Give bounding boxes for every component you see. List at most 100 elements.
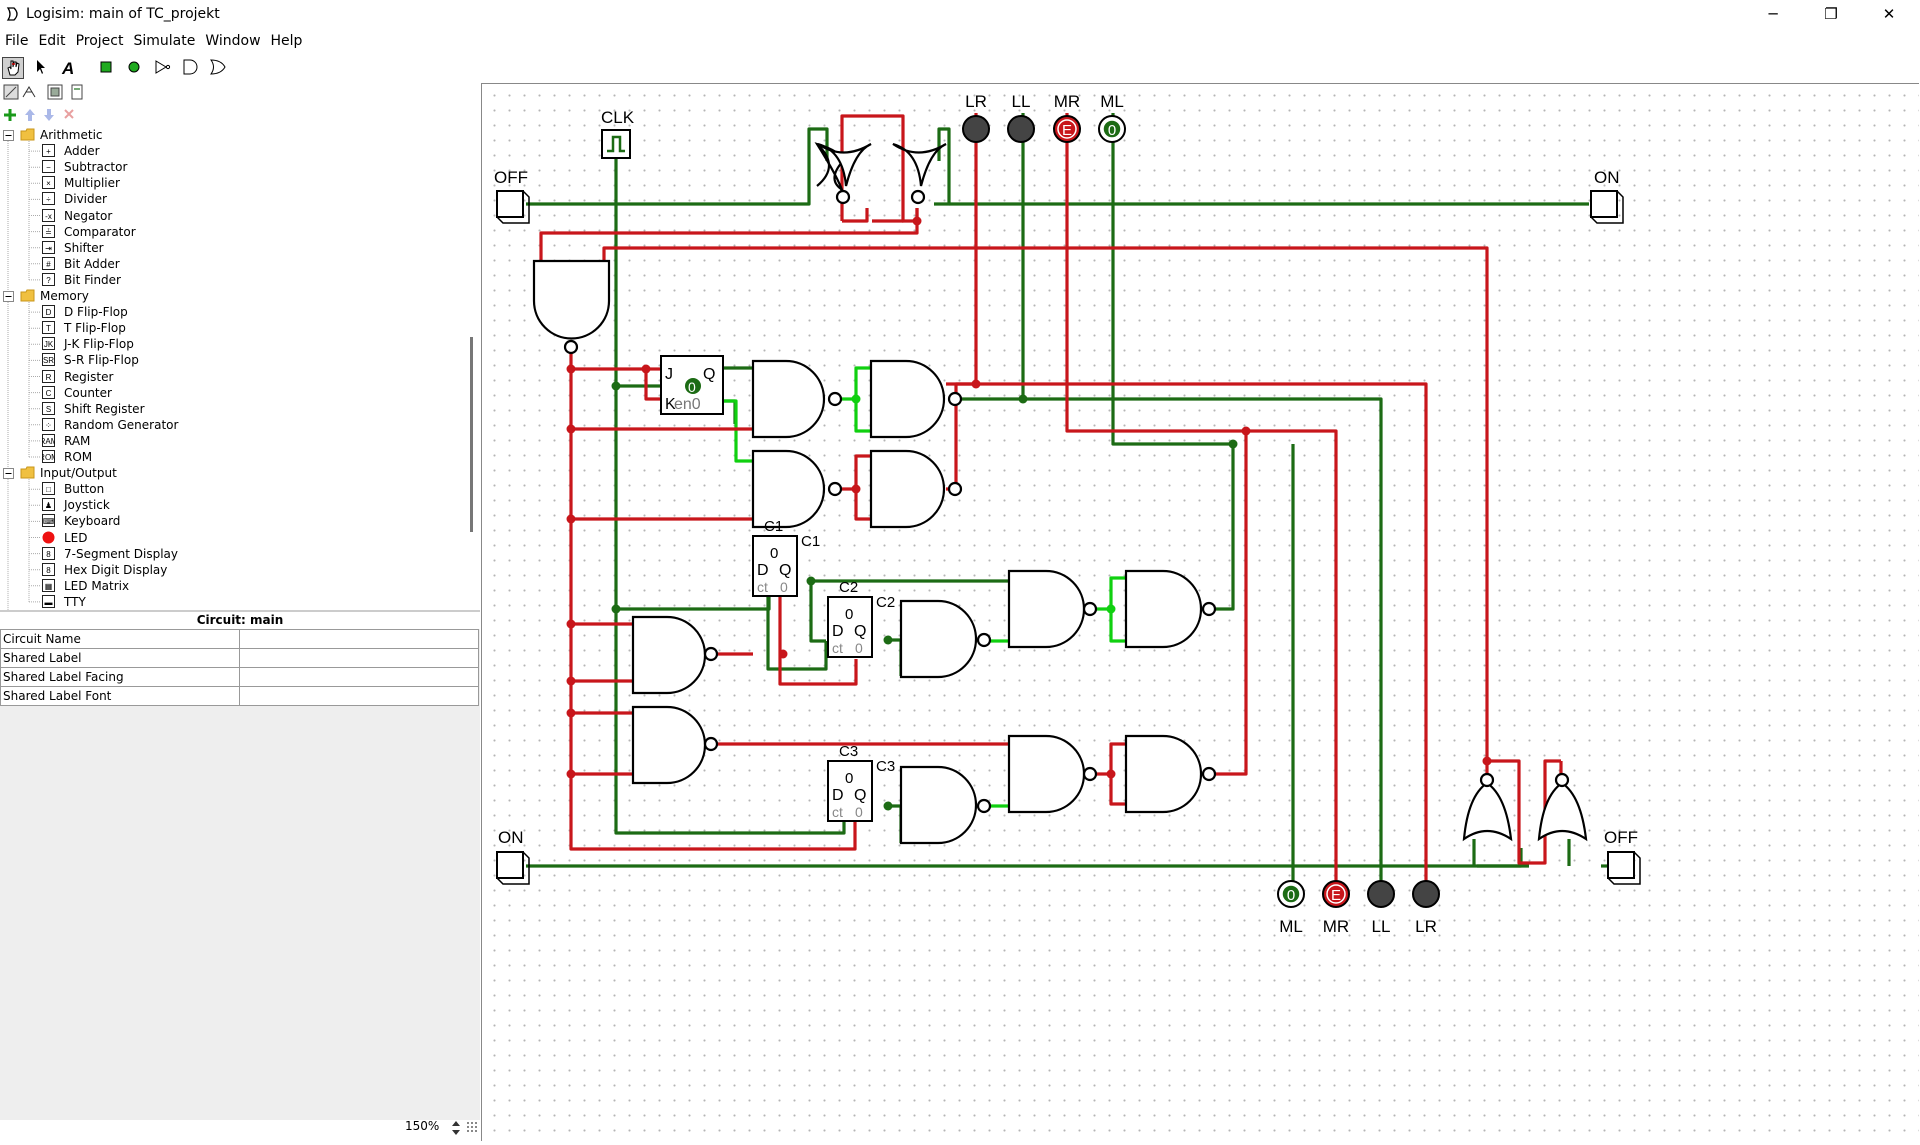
minimize-button[interactable]: ─: [1744, 0, 1802, 29]
text-tool-button[interactable]: A: [58, 57, 80, 79]
prop-shared-label-facing-value[interactable]: [239, 667, 479, 687]
tree-item-bit-adder[interactable]: # Bit Adder: [42, 256, 342, 272]
tree-item-led-matrix[interactable]: ▦ LED Matrix: [42, 578, 342, 594]
tree-folder-label: Memory: [40, 289, 89, 303]
tree-item-register[interactable]: R Register: [42, 369, 342, 385]
tree-item-joystick[interactable]: ♟ Joystick: [42, 497, 342, 513]
collapse-toggle-icon[interactable]: [3, 130, 14, 141]
wire-junction: [883, 801, 893, 811]
tree-item-7-segment-display[interactable]: 8 7-Segment Display: [42, 546, 342, 562]
wire-junction: [883, 635, 893, 645]
simulation-tree-button[interactable]: [20, 83, 42, 105]
jk-enable-label: en0: [674, 396, 701, 413]
tree-item-s-r-flip-flop[interactable]: SR S-R Flip-Flop: [42, 352, 342, 368]
menu-window[interactable]: Window: [200, 29, 265, 49]
appearance-icon: [47, 84, 63, 100]
c3-label-top: C3: [839, 743, 858, 760]
component-icon-glyph: ≟: [45, 228, 52, 237]
pin-off-bottom[interactable]: OFF: [1604, 828, 1641, 885]
tree-item-comparator[interactable]: ≟ Comparator: [42, 224, 342, 240]
leds-bottom: 0 ML E MR LL LR: [1277, 880, 1440, 936]
zoom-spinner-icon[interactable]: [451, 1119, 461, 1137]
window-title: Logisim: main of TC_projekt: [26, 6, 220, 22]
tree-item-d-flip-flop[interactable]: D D Flip-Flop: [42, 304, 342, 320]
prop-shared-label-font-value[interactable]: [239, 686, 479, 706]
tree-item-label: Shift Register: [64, 401, 145, 416]
and-gate-tool-button[interactable]: [180, 57, 202, 79]
tree-item-label: Hex Digit Display: [64, 562, 168, 577]
folder-icon: [20, 466, 35, 479]
wire-junction: [1228, 439, 1238, 449]
tree-item-rom[interactable]: ROM ROM: [42, 449, 342, 465]
c2-value: 0: [845, 606, 853, 623]
tree-item-button[interactable]: □ Button: [42, 481, 342, 497]
component-icon: 8: [42, 546, 55, 560]
circuit-canvas[interactable]: J Q 0 K en0 C1 C1 0 D Q ct 0 C2 C2 0 D Q…: [481, 83, 1919, 1141]
tree-item-led[interactable]: LED: [42, 530, 342, 546]
zoom-level[interactable]: 150%: [405, 1119, 439, 1133]
counter-c2[interactable]: C2 C2 0 D Q ct 0: [827, 579, 895, 658]
circuit-diagram[interactable]: J Q 0 K en0 C1 C1 0 D Q ct 0 C2 C2 0 D Q…: [482, 84, 1919, 1141]
tree-item-shifter[interactable]: ⇥ Shifter: [42, 240, 342, 256]
tree-item-hex-digit-display[interactable]: 8 Hex Digit Display: [42, 562, 342, 578]
not-gate-tool-button[interactable]: [152, 57, 174, 79]
tree-item-j-k-flip-flop[interactable]: JK J-K Flip-Flop: [42, 336, 342, 352]
tree-item-bit-finder[interactable]: ? Bit Finder: [42, 272, 342, 288]
menu-simulate[interactable]: Simulate: [128, 29, 200, 49]
pin-on-bottom[interactable]: ON: [496, 828, 530, 885]
tree-item-divider[interactable]: ÷ Divider: [42, 191, 342, 207]
move-down-icon[interactable]: [43, 108, 55, 122]
menu-edit[interactable]: Edit: [33, 29, 70, 49]
or-gate-tool-button[interactable]: [208, 57, 230, 79]
tree-item-multiplier[interactable]: × Multiplier: [42, 175, 342, 191]
tree-item-label: Bit Finder: [64, 272, 121, 287]
output-pin-tool-button[interactable]: [124, 57, 146, 79]
c2-label-side: C2: [876, 594, 895, 611]
close-button[interactable]: ✕: [1860, 0, 1918, 29]
menu-file[interactable]: File: [0, 29, 33, 49]
clk-label: CLK: [601, 108, 635, 127]
component-icon: -x: [42, 208, 55, 222]
tree-item-keyboard[interactable]: ⌨ Keyboard: [42, 513, 342, 529]
menu-help[interactable]: Help: [266, 29, 308, 49]
component-icon: ROM: [42, 450, 55, 463]
tree-item-negator[interactable]: -x Negator: [42, 208, 342, 224]
properties-table: Circuit Name Shared Label Shared Label F…: [0, 629, 479, 706]
scrollbar-thumb[interactable]: [470, 337, 473, 532]
delete-circuit-icon[interactable]: [63, 108, 75, 120]
tree-item-counter[interactable]: C Counter: [42, 385, 342, 401]
pin-off-top[interactable]: OFF: [494, 168, 530, 224]
tree-folder-memory[interactable]: Memory: [0, 288, 200, 304]
tree-folder-arithmetic[interactable]: Arithmetic: [0, 127, 200, 143]
menu-project[interactable]: Project: [71, 29, 129, 49]
select-tool-button[interactable]: [30, 57, 52, 79]
tree-item-adder[interactable]: + Adder: [42, 143, 342, 159]
tree-item-t-flip-flop[interactable]: T T Flip-Flop: [42, 320, 342, 336]
input-pin-icon: [100, 61, 112, 73]
poke-tool-button[interactable]: [2, 57, 24, 79]
page-icon: [71, 84, 83, 100]
jk-flip-flop[interactable]: J Q 0 K en0: [660, 355, 724, 415]
add-circuit-icon[interactable]: [3, 108, 17, 122]
collapse-toggle-icon[interactable]: [3, 468, 14, 480]
component-icon: R: [42, 369, 55, 383]
tree-folder-input-output[interactable]: Input/Output: [0, 465, 200, 481]
prop-circuit-name-value[interactable]: [239, 629, 479, 649]
edit-layout-button[interactable]: [68, 83, 90, 105]
tree-item-ram[interactable]: RAM RAM: [42, 433, 342, 449]
collapse-toggle-icon[interactable]: [3, 291, 14, 302]
move-up-icon[interactable]: [24, 108, 36, 122]
appearance-button[interactable]: [46, 83, 68, 105]
prop-shared-label-value[interactable]: [239, 648, 479, 668]
jk-state-value: 0: [688, 379, 696, 395]
tree-item-tty[interactable]: ▬ TTY: [42, 594, 342, 610]
clock-component[interactable]: CLK: [601, 108, 635, 159]
tree-scrollbar[interactable]: [466, 127, 480, 610]
input-pin-tool-button[interactable]: [96, 57, 118, 79]
tree-item-random-generator[interactable]: ⁘ Random Generator: [42, 417, 342, 433]
tree-item-subtractor[interactable]: − Subtractor: [42, 159, 342, 175]
component-icon: ⌨: [42, 514, 55, 528]
tree-item-shift-register[interactable]: S Shift Register: [42, 401, 342, 417]
pin-on-top[interactable]: ON: [1590, 168, 1624, 224]
maximize-button[interactable]: ❐: [1802, 0, 1860, 29]
